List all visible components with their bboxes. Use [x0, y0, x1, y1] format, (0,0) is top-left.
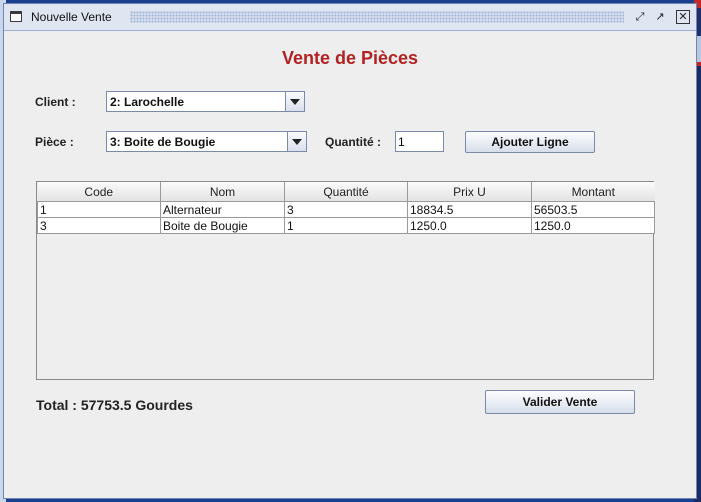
table-cell[interactable]: 3 [284, 201, 408, 218]
chevron-down-icon[interactable] [287, 132, 306, 151]
column-header-quantite[interactable]: Quantité [284, 182, 408, 202]
quantite-input[interactable]: 1 [395, 131, 444, 152]
lines-table: Code Nom Quantité Prix U Montant 1 Alter… [37, 182, 655, 234]
window-icon [10, 11, 22, 22]
maximize-icon[interactable]: ↗ [653, 10, 667, 24]
table-cell[interactable]: 1250.0 [531, 217, 655, 234]
piece-label: Pièce : [35, 135, 74, 149]
table-cell[interactable]: 1250.0 [407, 217, 532, 234]
table-cell[interactable]: 56503.5 [531, 201, 655, 218]
client-label: Client : [35, 95, 76, 109]
column-header-code[interactable]: Code [37, 182, 161, 202]
client-select-value: 2: Larochelle [110, 95, 185, 109]
piece-select-value: 3: Boite de Bougie [110, 135, 216, 149]
table-cell[interactable]: Alternateur [160, 201, 285, 218]
table-cell[interactable]: Boite de Bougie [160, 217, 285, 234]
piece-select[interactable]: 3: Boite de Bougie [106, 131, 307, 152]
table-row[interactable]: 3 Boite de Bougie 1 1250.0 1250.0 [37, 217, 655, 234]
table-cell[interactable]: 3 [37, 217, 161, 234]
table-header-row: Code Nom Quantité Prix U Montant [37, 182, 655, 202]
column-header-montant[interactable]: Montant [531, 182, 655, 202]
table-cell[interactable]: 18834.5 [407, 201, 532, 218]
client-select[interactable]: 2: Larochelle [106, 91, 305, 112]
table-cell[interactable]: 1 [37, 201, 161, 218]
column-header-nom[interactable]: Nom [160, 182, 285, 202]
total-label: Total : 57753.5 Gourdes [36, 397, 193, 413]
page-title: Vente de Pièces [281, 48, 419, 68]
title-bar[interactable]: Nouvelle Vente ⤢ ↗ ✕ [4, 4, 696, 31]
minimize-icon[interactable]: ⤢ [633, 10, 647, 24]
validate-sale-button[interactable]: Valider Vente [485, 390, 635, 414]
chevron-down-icon[interactable] [285, 92, 304, 111]
window-title: Nouvelle Vente [31, 10, 112, 24]
quantite-label: Quantité : [325, 135, 381, 149]
sale-lines-table[interactable]: Code Nom Quantité Prix U Montant 1 Alter… [36, 181, 655, 380]
table-cell[interactable]: 1 [284, 217, 408, 234]
add-line-button[interactable]: Ajouter Ligne [465, 131, 595, 153]
title-bar-grip [130, 11, 624, 23]
internal-frame: Nouvelle Vente ⤢ ↗ ✕ Vente de Pièces Cli… [3, 3, 697, 499]
close-icon[interactable]: ✕ [676, 10, 690, 24]
table-row[interactable]: 1 Alternateur 3 18834.5 56503.5 [37, 201, 655, 218]
column-header-prix-u[interactable]: Prix U [407, 182, 532, 202]
